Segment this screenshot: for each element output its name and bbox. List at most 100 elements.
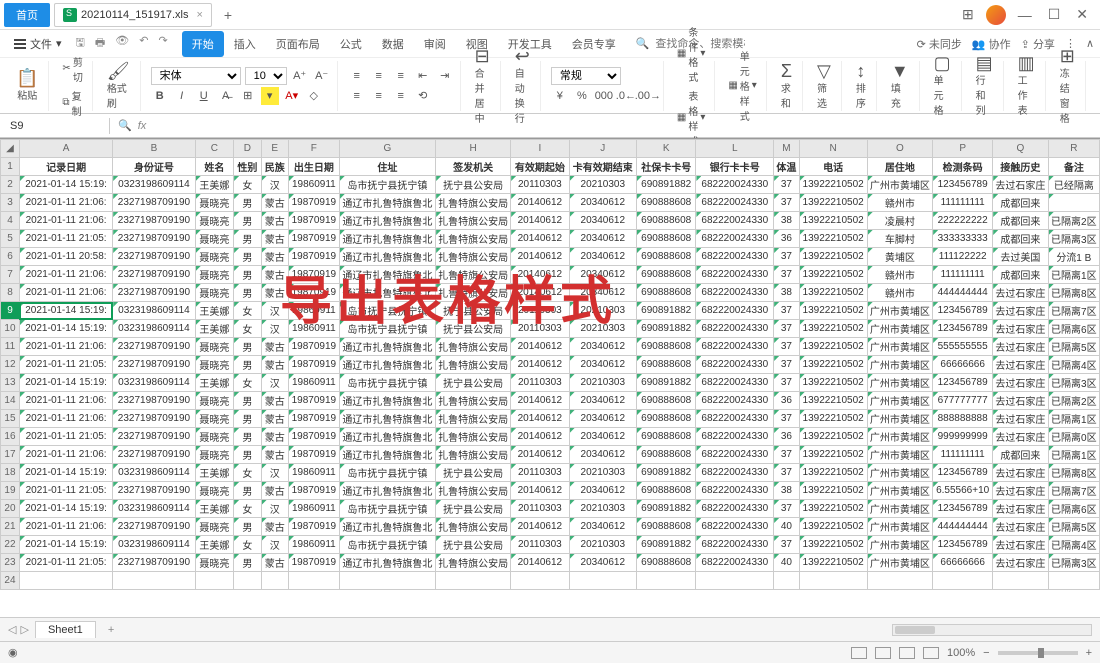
cell[interactable]: 广州市黄埔区 xyxy=(867,374,932,392)
cell[interactable]: 13922210502 xyxy=(799,338,867,356)
cell[interactable]: 男 xyxy=(234,518,261,536)
fill-color-icon[interactable]: ▾ xyxy=(261,87,279,105)
cell[interactable]: 蒙古 xyxy=(261,392,288,410)
cell[interactable]: 王美娜 xyxy=(195,374,233,392)
cell[interactable]: 20140612 xyxy=(511,356,569,374)
cell[interactable]: 男 xyxy=(234,230,261,248)
cell[interactable]: 690888608 xyxy=(637,518,696,536)
row-header-14[interactable]: 14 xyxy=(1,392,20,410)
cell[interactable]: 已隔离8区 xyxy=(1048,464,1099,482)
cell[interactable] xyxy=(799,572,867,590)
cell[interactable]: 去过石家庄 xyxy=(993,536,1048,554)
zoom-out-icon[interactable]: − xyxy=(983,647,989,659)
currency-icon[interactable]: ¥ xyxy=(551,87,569,105)
cell[interactable]: 13922210502 xyxy=(799,248,867,266)
col-header-A[interactable]: A xyxy=(19,140,112,158)
cell[interactable]: 13922210502 xyxy=(799,482,867,500)
cell[interactable]: 111111111 xyxy=(933,266,993,284)
row-header-7[interactable]: 7 xyxy=(1,266,20,284)
unsync-label[interactable]: ⟳ 未同步 xyxy=(917,36,962,52)
window-maximize-button[interactable]: ☐ xyxy=(1044,4,1065,25)
cell[interactable]: 20110303 xyxy=(511,500,569,518)
cell[interactable]: 蒙古 xyxy=(261,356,288,374)
cell[interactable]: 蒙古 xyxy=(261,482,288,500)
cell[interactable] xyxy=(569,572,636,590)
cell[interactable]: 汉 xyxy=(261,302,288,320)
cell[interactable]: 20140612 xyxy=(511,338,569,356)
cell[interactable]: 黄埔区 xyxy=(867,248,932,266)
cell[interactable]: 蒙古 xyxy=(261,248,288,266)
cell[interactable]: 2021-01-11 21:06: xyxy=(19,392,112,410)
cell[interactable]: 13922210502 xyxy=(799,410,867,428)
view-page-icon[interactable] xyxy=(875,647,891,659)
cell[interactable]: 通辽市扎鲁特旗鲁北 xyxy=(339,338,435,356)
cell[interactable]: 成都回来 xyxy=(993,230,1048,248)
cell[interactable]: 去过石家庄 xyxy=(993,176,1048,194)
cell[interactable]: 19870919 xyxy=(288,554,339,572)
cell[interactable]: 通辽市扎鲁特旗鲁北 xyxy=(339,554,435,572)
cell[interactable]: 37 xyxy=(774,320,799,338)
cell[interactable]: 已经隔离 xyxy=(1048,176,1099,194)
cell[interactable]: 20340612 xyxy=(569,428,636,446)
cell[interactable]: 蒙古 xyxy=(261,338,288,356)
cell[interactable]: 聂晓亮 xyxy=(195,230,233,248)
coop-label[interactable]: 👥 协作 xyxy=(972,36,1011,52)
cell[interactable]: 扎鲁特旗公安局 xyxy=(436,212,511,230)
cell[interactable]: 男 xyxy=(234,356,261,374)
header-cell[interactable]: 备注 xyxy=(1048,158,1099,176)
sheet-button[interactable]: ▥工作表 xyxy=(1014,52,1039,119)
cell[interactable]: 444444444 xyxy=(933,518,993,536)
cell[interactable]: 广州市黄埔区 xyxy=(867,554,932,572)
cell[interactable]: 555555555 xyxy=(933,338,993,356)
cell[interactable]: 岛市抚宁县抚宁镇 xyxy=(339,320,435,338)
cell[interactable]: 已隔离6区 xyxy=(1048,320,1099,338)
cell[interactable]: 已隔离1区 xyxy=(1048,410,1099,428)
cell[interactable]: 20140612 xyxy=(511,266,569,284)
header-cell[interactable]: 住址 xyxy=(339,158,435,176)
preview-icon[interactable]: 👁 xyxy=(113,32,131,55)
row-header-3[interactable]: 3 xyxy=(1,194,20,212)
cell[interactable]: 2021-01-11 21:06: xyxy=(19,338,112,356)
cell[interactable]: 690888608 xyxy=(637,410,696,428)
cell[interactable]: 广州市黄埔区 xyxy=(867,320,932,338)
cell[interactable]: 2327198709190 xyxy=(113,284,196,302)
cell[interactable]: 20210303 xyxy=(569,374,636,392)
cell[interactable]: 222222222 xyxy=(933,212,993,230)
cell[interactable]: 20210303 xyxy=(569,320,636,338)
cell[interactable]: 0323198609114 xyxy=(113,176,196,194)
cell[interactable]: 2021-01-11 21:06: xyxy=(19,518,112,536)
cell[interactable]: 去过石家庄 xyxy=(993,320,1048,338)
align-left-icon[interactable]: ≡ xyxy=(348,87,366,105)
cell[interactable]: 2327198709190 xyxy=(113,410,196,428)
cell[interactable]: 通辽市扎鲁特旗鲁北 xyxy=(339,428,435,446)
cell[interactable]: 13922210502 xyxy=(799,266,867,284)
cell[interactable]: 20340612 xyxy=(569,482,636,500)
cell[interactable]: 682220024330 xyxy=(696,266,774,284)
col-header-P[interactable]: P xyxy=(933,140,993,158)
col-header-Q[interactable]: Q xyxy=(993,140,1048,158)
cell[interactable]: 20140612 xyxy=(511,428,569,446)
row-header-13[interactable]: 13 xyxy=(1,374,20,392)
col-header-G[interactable]: G xyxy=(339,140,435,158)
cell[interactable]: 扎鲁特旗公安局 xyxy=(436,446,511,464)
close-tab-icon[interactable]: × xyxy=(196,9,202,21)
cell[interactable]: 19860911 xyxy=(288,320,339,338)
cell[interactable]: 聂晓亮 xyxy=(195,266,233,284)
cell[interactable]: 2327198709190 xyxy=(113,428,196,446)
dec-dec-icon[interactable]: .00→ xyxy=(639,87,657,105)
cell-style-button[interactable]: ▦ 单元格样式▾ xyxy=(725,47,759,124)
cell[interactable]: 岛市抚宁县抚宁镇 xyxy=(339,374,435,392)
cell[interactable]: 2327198709190 xyxy=(113,482,196,500)
cell[interactable]: 13922210502 xyxy=(799,194,867,212)
window-minimize-button[interactable]: — xyxy=(1014,5,1036,25)
header-cell[interactable]: 有效期起始 xyxy=(511,158,569,176)
horizontal-scrollbar[interactable] xyxy=(892,624,1092,636)
cell[interactable]: 20340612 xyxy=(569,212,636,230)
cell[interactable]: 2021-01-14 15:19: xyxy=(19,320,112,338)
strike-icon[interactable]: A̶ xyxy=(217,87,235,105)
cell[interactable]: 682220024330 xyxy=(696,392,774,410)
cell[interactable]: 蒙古 xyxy=(261,428,288,446)
cell[interactable]: 扎鲁特旗公安局 xyxy=(436,428,511,446)
cell[interactable]: 广州市黄埔区 xyxy=(867,338,932,356)
cell[interactable]: 广州市黄埔区 xyxy=(867,536,932,554)
